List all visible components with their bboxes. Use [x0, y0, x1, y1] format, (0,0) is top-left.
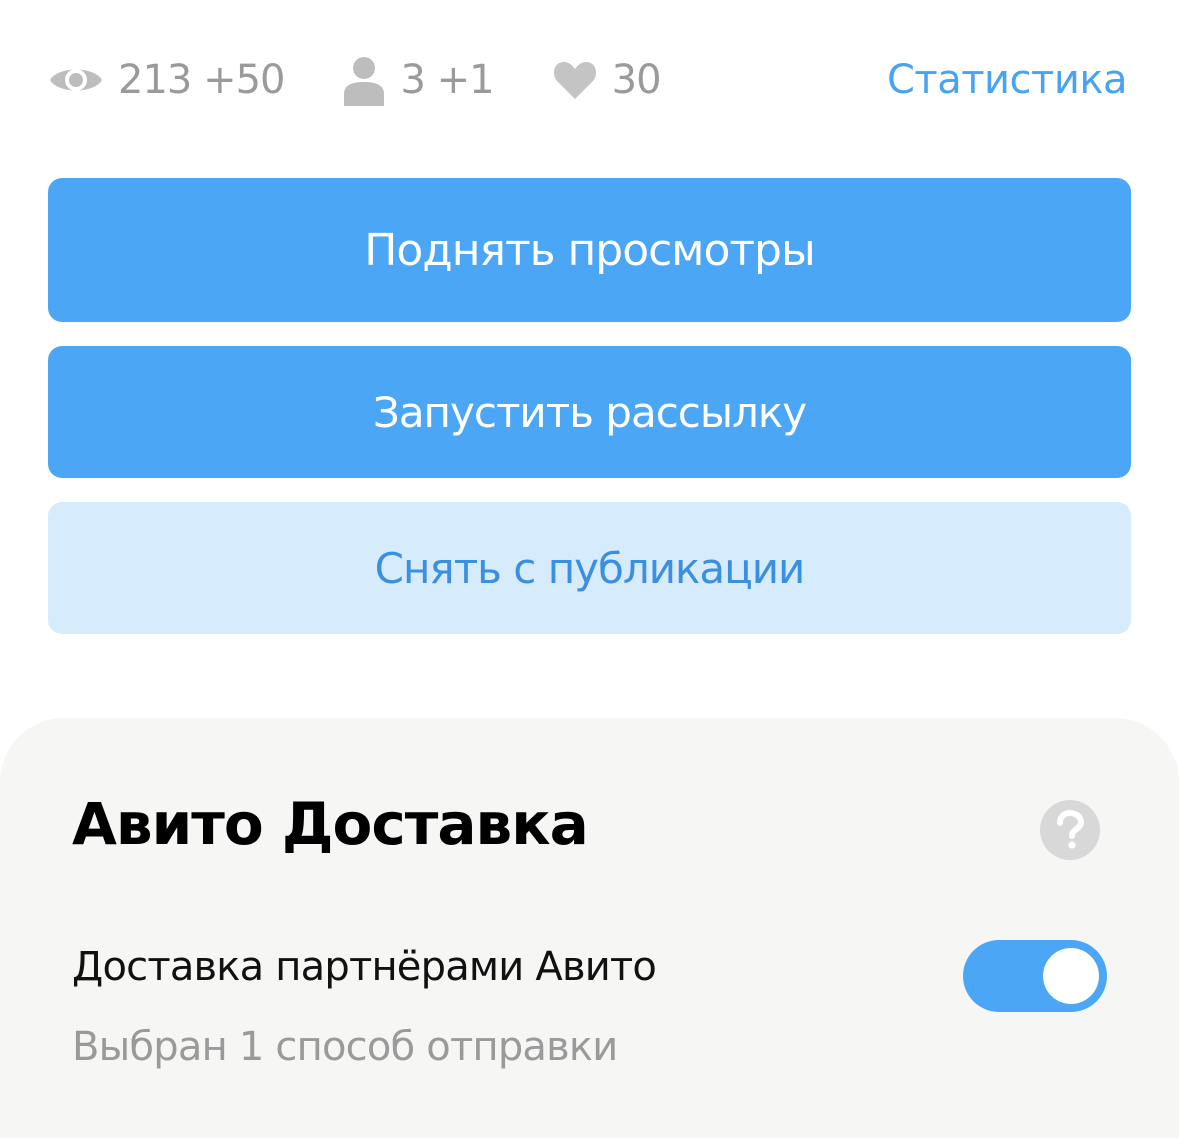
views-count: 213 +50 [118, 57, 285, 103]
eye-icon [48, 60, 104, 100]
contacts-stat: 3 +1 [342, 54, 495, 106]
delivery-toggle[interactable] [963, 940, 1107, 1012]
delivery-option-subtitle: Выбран 1 способ отправки [72, 1024, 618, 1070]
boost-views-button[interactable]: Поднять просмотры [48, 178, 1131, 322]
stats-row: 213 +50 3 +1 30 Статистика [48, 44, 1128, 116]
heart-icon [552, 59, 598, 101]
person-icon [342, 54, 386, 106]
start-mailing-button[interactable]: Запустить рассылку [48, 346, 1131, 478]
unpublish-button[interactable]: Снять с публикации [48, 502, 1131, 634]
unpublish-label: Снять с публикации [374, 543, 806, 593]
delivery-title: Авито Доставка [72, 790, 589, 858]
favorites-stat: 30 [552, 57, 662, 103]
statistics-link[interactable]: Статистика [887, 57, 1128, 103]
toggle-knob [1043, 948, 1099, 1004]
delivery-card: Авито Доставка Доставка партнёрами Авито… [0, 718, 1179, 1138]
delivery-option-title: Доставка партнёрами Авито [72, 944, 657, 990]
help-icon[interactable] [1040, 800, 1100, 860]
boost-views-label: Поднять просмотры [364, 224, 815, 276]
start-mailing-label: Запустить рассылку [372, 387, 807, 437]
favorites-count: 30 [611, 57, 662, 103]
contacts-count: 3 +1 [400, 57, 494, 103]
views-stat: 213 +50 [48, 57, 285, 103]
